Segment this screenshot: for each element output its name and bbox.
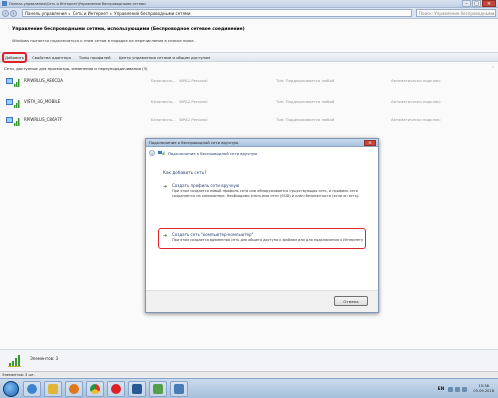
network-connect-mode: Автоматически подключ	[391, 117, 441, 122]
dialog-back-button[interactable]: ‹	[149, 150, 155, 156]
wireless-network-icon	[6, 78, 20, 87]
option-title: Создать профиль сети вручную	[172, 183, 240, 188]
breadcrumb-control-panel[interactable]: Панель управления	[25, 11, 67, 16]
start-button[interactable]	[3, 380, 19, 397]
option-adhoc-network[interactable]: ➜ Создать сеть "компьютер-компьютер" При…	[163, 232, 368, 248]
breadcrumb-network-internet[interactable]: Сеть и Интернет	[73, 11, 108, 16]
taskbar-control-panel-icon[interactable]	[149, 380, 167, 397]
adapter-properties-button[interactable]: Свойства адаптера	[31, 54, 72, 61]
cancel-button[interactable]: Отмена	[334, 296, 368, 306]
green-arrow-icon: ➜	[163, 233, 168, 239]
items-count: Элементов: 3	[30, 356, 59, 361]
collapse-icon[interactable]: ˄	[492, 66, 494, 71]
network-security: Безопасно... WPA2-Personal	[151, 117, 208, 122]
option-manual-profile[interactable]: ➜ Создать профиль сети вручную При этом …	[163, 183, 368, 211]
tray-volume-icon[interactable]	[462, 386, 468, 392]
title-bar: Панель управления\Сеть и Интернет\Управл…	[0, 0, 498, 8]
profile-types-button[interactable]: Типы профилей	[78, 54, 112, 61]
toolbar: Добавить Свойства адаптера Типы профилей…	[0, 51, 498, 63]
window-controls: – □ ×	[461, 0, 496, 8]
wireless-network-icon	[6, 99, 20, 108]
taskbar-network-icon[interactable]	[170, 380, 188, 397]
address-bar[interactable]: Панель управления ▸ Сеть и Интернет ▸ Уп…	[22, 9, 412, 17]
taskbar-chrome-icon[interactable]	[86, 380, 104, 397]
minimize-button[interactable]: –	[462, 0, 471, 7]
breadcrumb-separator: ▸	[110, 10, 113, 16]
page-title: Управление беспроводными сетями, использ…	[12, 27, 245, 32]
manual-connect-dialog: Подключение к беспроводной сети вручную …	[145, 138, 379, 313]
maximize-button[interactable]: □	[472, 0, 481, 7]
taskbar-recorder-icon[interactable]	[107, 380, 125, 397]
list-item[interactable]: RPIWRLUS_C86A7F Безопасно... WPA2-Person…	[6, 115, 492, 129]
forward-button[interactable]: ›	[10, 9, 17, 17]
tray-network-icon[interactable]	[455, 386, 461, 392]
network-center-button[interactable]: Центр управления сетями и общим доступом	[118, 54, 212, 61]
taskbar-explorer-icon[interactable]	[44, 380, 62, 397]
network-type: Тип: Поддерживается любой	[276, 117, 335, 122]
network-name: VISTA_3G_MOBILE	[24, 99, 61, 104]
network-name: RPIWRLUS_C86A7F	[24, 117, 63, 122]
taskbar: EN 15:38 05.09.2018	[0, 378, 498, 398]
option-description: При этом создается временная сеть для об…	[172, 238, 364, 242]
close-button[interactable]: ×	[482, 0, 496, 7]
address-row: ‹ › Панель управления ▸ Сеть и Интернет …	[0, 8, 498, 19]
option-description: При этом создается новый профиль сети ил…	[172, 189, 360, 198]
control-panel-window: Панель управления\Сеть и Интернет\Управл…	[0, 0, 498, 398]
dialog-close-button[interactable]: ×	[364, 140, 376, 146]
network-connect-mode: Автоматически подключ	[391, 99, 441, 104]
details-pane: Элементов: 3	[0, 349, 498, 371]
add-button[interactable]: Добавить	[1, 51, 28, 63]
section-label: Сети, доступные для просмотра, изменения…	[4, 66, 148, 71]
breadcrumb-wireless-networks[interactable]: Управление беспроводными сетями	[114, 11, 190, 16]
system-tray: EN 15:38 05.09.2018	[438, 379, 498, 398]
language-indicator[interactable]: EN	[438, 387, 445, 392]
network-type: Тип: Поддерживается любой	[276, 99, 335, 104]
dialog-header: Подключение к беспроводной сети вручную	[168, 151, 258, 156]
taskbar-ie-icon[interactable]	[23, 380, 41, 397]
taskbar-media-icon[interactable]	[65, 380, 83, 397]
network-connect-mode: Автоматически подключ	[391, 78, 441, 83]
network-security: Безопасно... WPA2-Personal	[151, 99, 208, 104]
window-title: Панель управления\Сеть и Интернет\Управл…	[9, 1, 146, 6]
clock-date: 05.09.2018	[473, 389, 494, 393]
list-item[interactable]: RPIWRLUS_AE6CDA Безопасно... WPA2-Person…	[6, 76, 492, 90]
network-security: Безопасно... WPA2-Personal	[151, 78, 208, 83]
taskbar-app-icon[interactable]	[128, 380, 146, 397]
tray-flag-icon[interactable]	[448, 386, 454, 392]
list-item[interactable]: VISTA_3G_MOBILE Безопасно... WPA2-Person…	[6, 97, 492, 111]
wireless-network-icon	[6, 117, 20, 126]
back-button[interactable]: ‹	[2, 9, 9, 17]
green-arrow-icon: ➜	[163, 184, 168, 190]
network-name: RPIWRLUS_AE6CDA	[24, 78, 63, 83]
option-title: Создать сеть "компьютер-компьютер"	[172, 232, 254, 237]
breadcrumb-separator: ▸	[68, 10, 71, 16]
dialog-title: Подключение к беспроводной сети вручную	[146, 139, 378, 147]
wireless-signal-icon	[8, 355, 21, 367]
dialog-footer: Отмена	[146, 290, 378, 312]
network-icon	[158, 151, 165, 155]
clock[interactable]: 15:38 05.09.2018	[473, 384, 494, 394]
page-subtitle: Windows пытается подключаться к этим сет…	[12, 38, 195, 43]
dialog-question: Как добавить сеть?	[163, 170, 207, 175]
status-bar: Элементов: 3 шт.	[0, 371, 498, 378]
network-type: Тип: Поддерживается любой	[276, 78, 335, 83]
window-icon	[2, 1, 7, 6]
search-input[interactable]: Поиск: Управление беспроводными...	[416, 9, 496, 17]
